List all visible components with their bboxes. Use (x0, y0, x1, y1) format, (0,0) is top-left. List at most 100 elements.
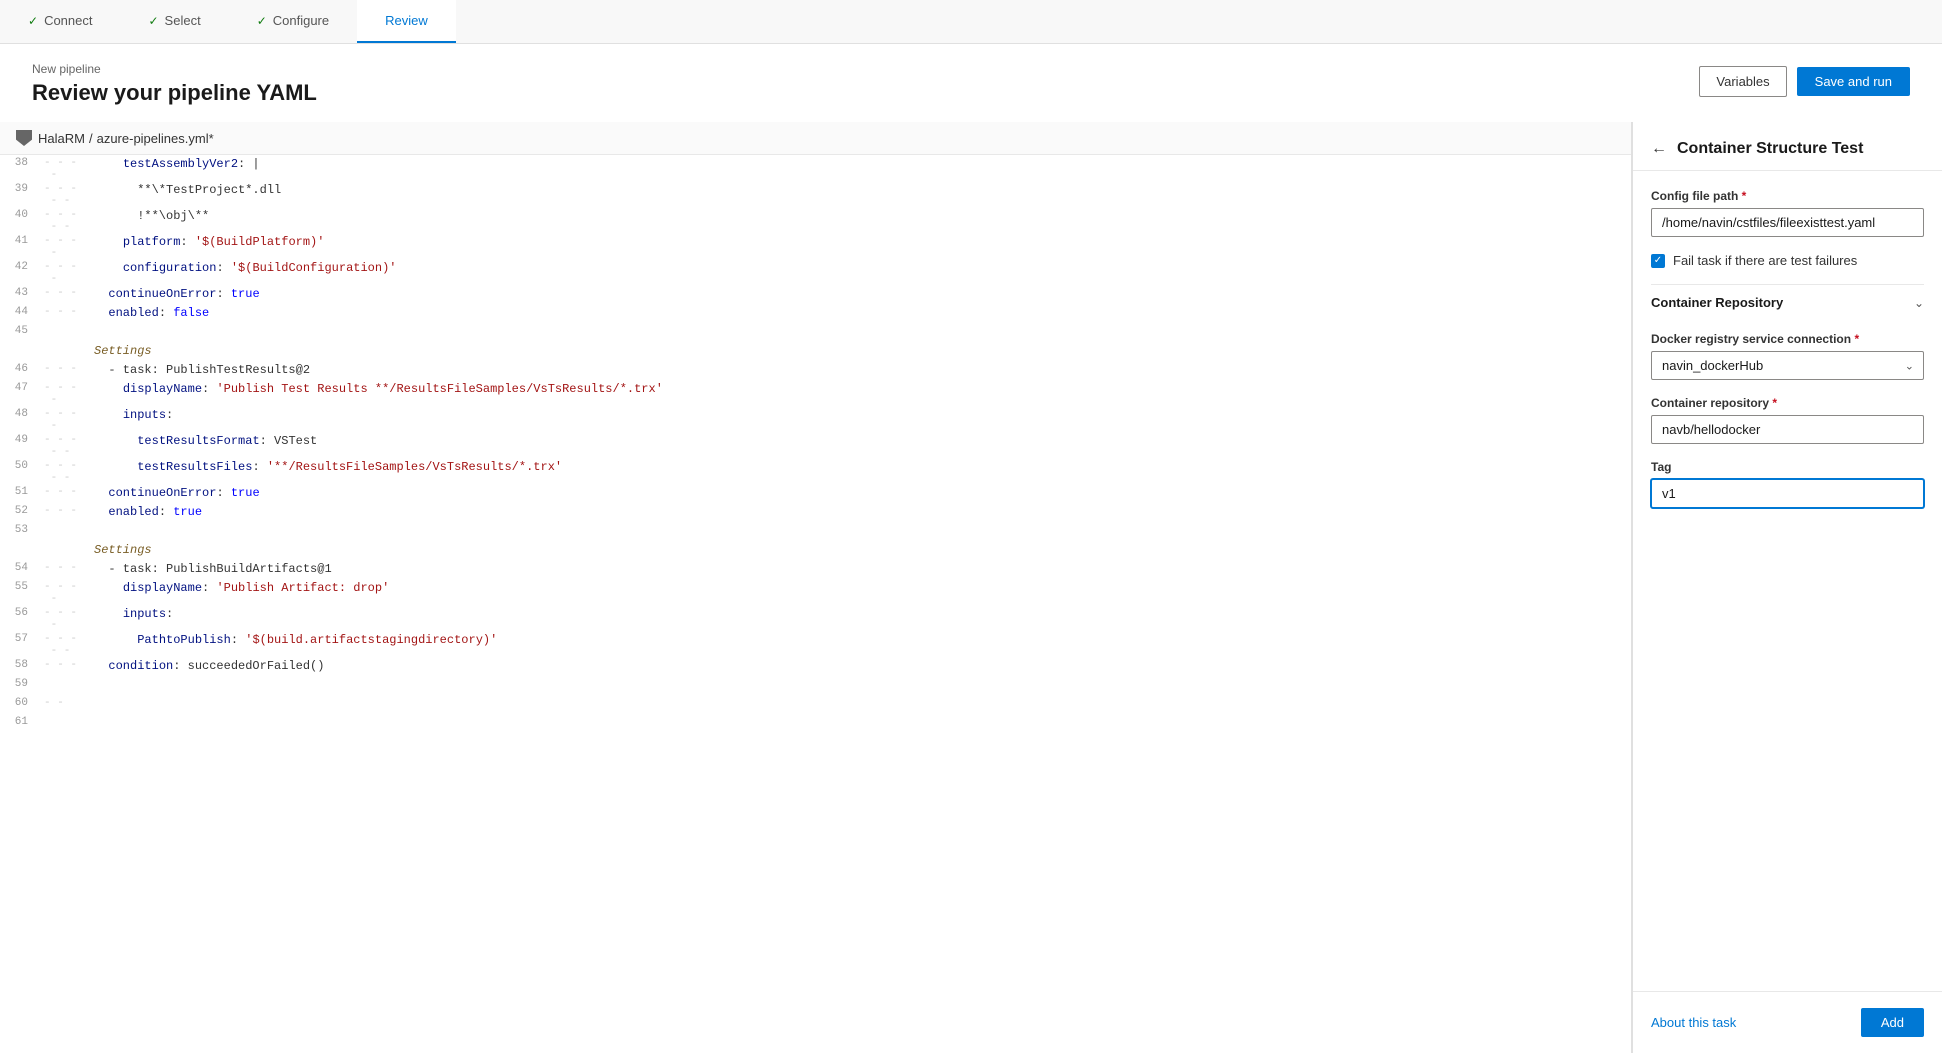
code-line: 60 - - (0, 695, 1631, 714)
code-line: 52 - - - enabled: true (0, 503, 1631, 522)
line-dots: - - - - (40, 605, 90, 631)
tab-connect[interactable]: ✓ Connect (0, 0, 120, 43)
save-run-button[interactable]: Save and run (1797, 67, 1910, 96)
line-number: 50 (0, 458, 40, 484)
line-dots: - - - - - (40, 432, 90, 458)
tab-configure[interactable]: ✓ Configure (229, 0, 357, 43)
code-line: 50 - - - - - testResultsFiles: '**/Resul… (0, 458, 1631, 484)
tag-label: Tag (1651, 460, 1924, 474)
page-header-left: New pipeline Review your pipeline YAML (32, 62, 317, 106)
line-content: testResultsFormat: VSTest (90, 432, 1631, 458)
line-content: configuration: '$(BuildConfiguration)' (90, 259, 1631, 285)
line-dots: - - - (40, 285, 90, 304)
required-marker-3: * (1772, 396, 1777, 410)
line-number: 44 (0, 304, 40, 323)
breadcrumb-modified: * (209, 131, 214, 146)
config-file-path-label: Config file path * (1651, 189, 1924, 203)
page-header: New pipeline Review your pipeline YAML V… (0, 44, 1942, 122)
tab-review[interactable]: Review (357, 0, 456, 43)
page-title: Review your pipeline YAML (32, 80, 317, 106)
line-content: - task: PublishBuildArtifacts@1 (90, 560, 1631, 579)
check-icon-configure: ✓ (257, 14, 267, 28)
fail-task-checkbox-row[interactable]: ✓ Fail task if there are test failures (1651, 253, 1924, 268)
collapse-icon[interactable]: ⌄ (1914, 296, 1924, 310)
tab-select[interactable]: ✓ Select (120, 0, 228, 43)
required-marker-2: * (1854, 332, 1859, 346)
code-table: 38 - - - - testAssemblyVer2: | 39 - - - … (0, 155, 1631, 733)
line-dots: - - - (40, 361, 90, 380)
about-this-task-link[interactable]: About this task (1651, 1015, 1736, 1030)
code-line: 53 (0, 522, 1631, 541)
line-content: enabled: false (90, 304, 1631, 323)
config-file-path-input[interactable] (1651, 208, 1924, 237)
container-repo-group: Container repository * (1651, 396, 1924, 444)
tag-input[interactable] (1651, 479, 1924, 508)
code-line: 56 - - - - inputs: (0, 605, 1631, 631)
panel-header: ← Container Structure Test (1633, 122, 1942, 171)
code-line: 44 - - - enabled: false (0, 304, 1631, 323)
line-content: PathtoPublish: '$(build.artifactstagingd… (90, 631, 1631, 657)
line-content: displayName: 'Publish Test Results **/Re… (90, 380, 1631, 406)
code-line: 59 (0, 676, 1631, 695)
line-dots: - - - (40, 304, 90, 323)
line-content: testAssemblyVer2: | (90, 155, 1631, 181)
variables-button[interactable]: Variables (1699, 66, 1786, 97)
line-number: 53 (0, 522, 40, 541)
line-dots: - - - - (40, 380, 90, 406)
line-number: 55 (0, 579, 40, 605)
line-content: platform: '$(BuildPlatform)' (90, 233, 1631, 259)
panel-title: Container Structure Test (1677, 140, 1863, 158)
line-content: continueOnError: true (90, 484, 1631, 503)
check-icon-connect: ✓ (28, 14, 38, 28)
line-content: - task: PublishTestResults@2 (90, 361, 1631, 380)
line-number: 45 (0, 323, 40, 342)
breadcrumb-separator: / (89, 131, 93, 146)
required-marker: * (1742, 189, 1747, 203)
back-arrow-icon[interactable]: ← (1651, 140, 1667, 158)
wizard-tabs: ✓ Connect ✓ Select ✓ Configure Review (0, 0, 1942, 44)
check-icon-select: ✓ (148, 14, 158, 28)
line-number: 61 (0, 714, 40, 733)
line-content (90, 695, 1631, 714)
line-number: 41 (0, 233, 40, 259)
code-line: 58 - - - condition: succeededOrFailed() (0, 657, 1631, 676)
code-line: 40 - - - - - !**\obj\** (0, 207, 1631, 233)
breadcrumb-filename: azure-pipelines.yml (97, 131, 209, 146)
line-number: 51 (0, 484, 40, 503)
line-number: 48 (0, 406, 40, 432)
line-dots: - - - - (40, 579, 90, 605)
line-number: 39 (0, 181, 40, 207)
line-content: inputs: (90, 605, 1631, 631)
docker-registry-select[interactable]: navin_dockerHub (1651, 351, 1924, 380)
main-layout: HalaRM / azure-pipelines.yml* 38 - - - -… (0, 122, 1942, 1053)
container-repo-label: Container repository * (1651, 396, 1924, 410)
line-dots: - - - - - (40, 631, 90, 657)
breadcrumb-file: azure-pipelines.yml* (97, 131, 214, 146)
panel-footer: About this task Add (1633, 991, 1942, 1053)
line-dots: - - (40, 695, 90, 714)
container-repository-title: Container Repository (1651, 295, 1783, 310)
code-line: 43 - - - continueOnError: true (0, 285, 1631, 304)
line-content: !**\obj\** (90, 207, 1631, 233)
code-line: 48 - - - - inputs: (0, 406, 1631, 432)
line-content: inputs: (90, 406, 1631, 432)
fail-task-checkbox[interactable]: ✓ (1651, 254, 1665, 268)
code-line: 38 - - - - testAssemblyVer2: | (0, 155, 1631, 181)
line-number: 57 (0, 631, 40, 657)
code-section-settings-2: Settings (0, 541, 1631, 560)
add-button[interactable]: Add (1861, 1008, 1924, 1037)
line-content: displayName: 'Publish Artifact: drop' (90, 579, 1631, 605)
code-editor[interactable]: 38 - - - - testAssemblyVer2: | 39 - - - … (0, 155, 1631, 1053)
docker-registry-group: Docker registry service connection * nav… (1651, 332, 1924, 380)
line-dots: - - - (40, 560, 90, 579)
line-content (90, 714, 1631, 733)
code-line: 55 - - - - displayName: 'Publish Artifac… (0, 579, 1631, 605)
code-line: 39 - - - - - **\*TestProject*.dll (0, 181, 1631, 207)
container-repo-input[interactable] (1651, 415, 1924, 444)
line-number: 38 (0, 155, 40, 181)
fail-task-label: Fail task if there are test failures (1673, 253, 1857, 268)
container-repository-section-header: Container Repository ⌄ (1651, 284, 1924, 320)
line-number: 59 (0, 676, 40, 695)
line-dots (40, 676, 90, 695)
line-number: 42 (0, 259, 40, 285)
